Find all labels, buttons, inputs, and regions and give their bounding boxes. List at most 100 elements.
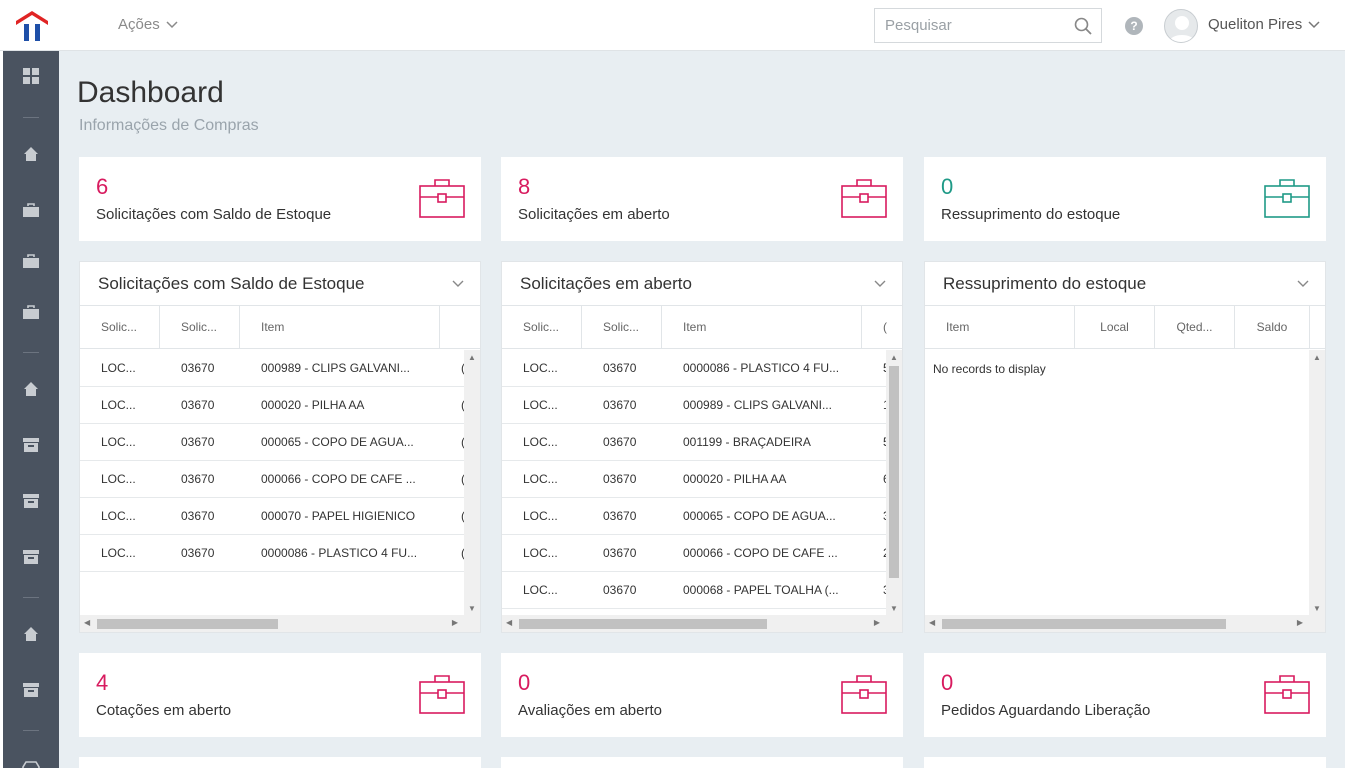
table-row[interactable]: LOC... 03670 000989 - CLIPS GALVANI... 1 <box>502 387 886 424</box>
stat-card-ressuprimento[interactable]: 0 Ressuprimento do estoque <box>924 157 1326 241</box>
panel-saldo-estoque: Solicitações com Saldo de Estoque Solic.… <box>79 261 481 633</box>
cell: LOC... <box>523 361 558 375</box>
user-menu[interactable]: Queliton Pires <box>1208 16 1320 33</box>
cell: 03670 <box>603 509 637 523</box>
sidebar <box>3 51 59 768</box>
column-header[interactable]: ( <box>862 306 902 349</box>
stat-label: Ressuprimento do estoque <box>941 206 1121 223</box>
vertical-scrollbar[interactable]: ▲ ▼ <box>886 350 902 616</box>
sidebar-item-archive-3[interactable] <box>3 537 59 577</box>
briefcase-icon <box>419 179 465 218</box>
sidebar-item-briefcase-3[interactable] <box>3 292 59 332</box>
table-row[interactable]: LOC... 03670 000020 - PILHA AA ( <box>80 387 464 424</box>
stat-label: Cotações em aberto <box>96 702 232 719</box>
cell: 3 <box>862 498 886 535</box>
cell: LOC... <box>523 435 558 449</box>
cell: 03670 <box>181 398 215 412</box>
column-header[interactable]: Item <box>240 306 440 349</box>
help-icon[interactable]: ? <box>1125 17 1143 35</box>
stat-value: 4 <box>96 670 109 695</box>
column-header[interactable]: Solic... <box>160 306 240 349</box>
card-partial <box>79 757 481 768</box>
cell: 000020 - PILHA AA <box>261 398 365 412</box>
column-header[interactable]: Qted... <box>1155 306 1235 349</box>
sidebar-item-truck[interactable] <box>3 747 59 768</box>
stat-label: Solicitações em aberto <box>518 206 670 223</box>
table-row[interactable]: LOC... 03670 000066 - COPO DE CAFE ... 2 <box>502 535 886 572</box>
search-input[interactable] <box>875 9 1065 42</box>
table-row[interactable]: LOC... 03670 0000086 - PLASTICO 4 FU... … <box>80 535 464 572</box>
column-header[interactable]: Item <box>925 306 1075 349</box>
cell: 000066 - COPO DE CAFE ... <box>261 472 416 486</box>
top-bar: Ações ? Queliton Pires <box>0 0 1345 51</box>
cell: 03670 <box>603 435 637 449</box>
stat-card-pedidos[interactable]: 0 Pedidos Aguardando Liberação <box>924 653 1326 737</box>
avatar[interactable] <box>1164 9 1198 43</box>
stat-label: Pedidos Aguardando Liberação <box>941 702 1151 719</box>
company-logo[interactable] <box>14 8 50 42</box>
sidebar-item-home-2[interactable] <box>3 369 59 409</box>
table-row[interactable]: LOC... 03670 0000086 - PLASTICO 4 FU... … <box>502 350 886 387</box>
vertical-scrollbar[interactable]: ▲ ▼ <box>1309 350 1325 616</box>
cell: LOC... <box>101 435 136 449</box>
table-row[interactable]: LOC... 03670 001199 - BRAÇADEIRA 5 <box>502 424 886 461</box>
sidebar-item-briefcase-2[interactable] <box>3 241 59 281</box>
sidebar-item-home-1[interactable] <box>3 134 59 174</box>
table-row[interactable]: LOC... 03670 000066 - COPO DE CAFE ... ( <box>80 461 464 498</box>
table-row[interactable]: LOC... 03670 000065 - COPO DE AGUA... 3 <box>502 498 886 535</box>
briefcase-icon <box>23 305 39 319</box>
sidebar-item-archive-4[interactable] <box>3 670 59 710</box>
archive-icon <box>23 438 39 452</box>
cell: 1 <box>862 387 886 424</box>
column-header[interactable]: Solic... <box>502 306 582 349</box>
grid-header: Item Local Qted... Saldo <box>925 306 1325 349</box>
column-header[interactable]: Local <box>1075 306 1155 349</box>
stat-card-saldo-estoque[interactable]: 6 Solicitações com Saldo de Estoque <box>79 157 481 241</box>
sidebar-item-archive-1[interactable] <box>3 425 59 465</box>
cell: LOC... <box>101 472 136 486</box>
data-grid: Item Local Qted... Saldo No records to d… <box>925 305 1325 632</box>
table-row[interactable]: LOC... 03670 000068 - PAPEL TOALHA (... … <box>502 572 886 609</box>
briefcase-icon <box>841 675 887 714</box>
stat-card-solicitacoes-aberto[interactable]: 8 Solicitações em aberto <box>501 157 903 241</box>
cell: 000068 - PAPEL TOALHA (... <box>683 583 839 597</box>
chevron-down-icon[interactable] <box>874 280 886 288</box>
archive-icon <box>23 494 39 508</box>
table-row[interactable]: LOC... 03670 000070 - PAPEL HIGIENICO ( <box>80 498 464 535</box>
horizontal-scrollbar[interactable]: ◀ ▶ <box>502 615 902 632</box>
home-icon <box>24 147 38 161</box>
cell: 03670 <box>181 472 215 486</box>
archive-icon <box>23 683 39 697</box>
cell: ( <box>440 424 464 461</box>
chevron-down-icon[interactable] <box>452 280 464 288</box>
horizontal-scrollbar[interactable]: ◀ ▶ <box>80 615 480 632</box>
table-row[interactable]: LOC... 03670 000020 - PILHA AA 6 <box>502 461 886 498</box>
chevron-down-icon[interactable] <box>1297 280 1309 288</box>
sidebar-item-briefcase-1[interactable] <box>3 190 59 230</box>
stat-value: 0 <box>518 670 531 695</box>
column-header[interactable]: Saldo <box>1235 306 1310 349</box>
column-header[interactable]: Solic... <box>582 306 662 349</box>
sidebar-item-archive-2[interactable] <box>3 481 59 521</box>
stat-card-avaliacoes[interactable]: 0 Avaliações em aberto <box>501 653 903 737</box>
column-header[interactable]: Solic... <box>80 306 160 349</box>
briefcase-icon <box>419 675 465 714</box>
horizontal-scrollbar[interactable]: ◀ ▶ <box>925 615 1325 632</box>
cell: ( <box>440 461 464 498</box>
cell: 2 <box>862 535 886 572</box>
actions-menu[interactable]: Ações <box>118 16 178 33</box>
cell: 03670 <box>603 583 637 597</box>
cell: 3 <box>862 572 886 609</box>
column-header[interactable] <box>440 306 480 349</box>
table-row[interactable]: LOC... 03670 000989 - CLIPS GALVANI... ( <box>80 350 464 387</box>
table-row[interactable]: LOC... 03670 000065 - COPO DE AGUA... ( <box>80 424 464 461</box>
search-icon[interactable] <box>1074 17 1092 35</box>
column-header[interactable]: Item <box>662 306 862 349</box>
vertical-scrollbar[interactable]: ▲ ▼ <box>464 350 480 616</box>
cell: 000065 - COPO DE AGUA... <box>261 435 414 449</box>
empty-message: No records to display <box>933 362 1046 376</box>
cell: 03670 <box>603 546 637 560</box>
stat-card-cotacoes[interactable]: 4 Cotações em aberto <box>79 653 481 737</box>
sidebar-item-home-3[interactable] <box>3 614 59 654</box>
sidebar-item-dashboard[interactable] <box>3 56 59 96</box>
